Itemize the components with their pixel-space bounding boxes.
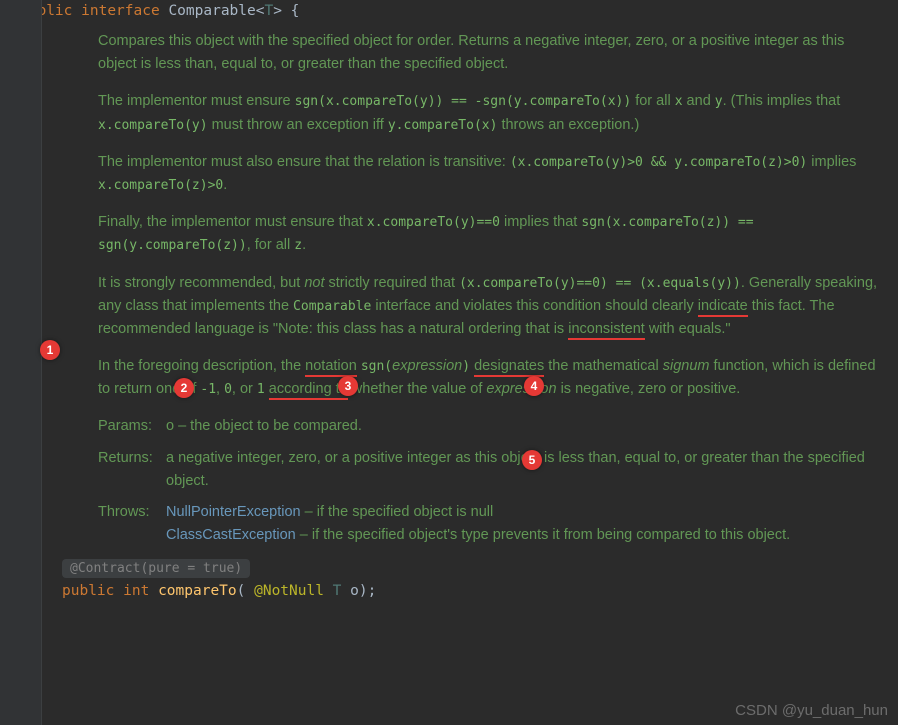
gutter (0, 0, 42, 725)
doc-para-transitive: The implementor must also ensure that th… (98, 151, 880, 197)
doc-para-recommended: It is strongly recommended, but not stri… (98, 272, 880, 342)
params-label: Params: (98, 415, 158, 438)
watermark: CSDN @yu_duan_hun (735, 702, 888, 719)
keyword-interface: interface (81, 3, 160, 19)
exc-npe: NullPointerException (166, 504, 301, 520)
method-declaration: public int compareTo( @NotNull T o); (62, 578, 898, 604)
annotation-marker-4[interactable]: 4 (524, 376, 544, 396)
annotation-marker-2[interactable]: 2 (174, 378, 194, 398)
type-name: Comparable (168, 3, 255, 19)
doc-para-foregoing: In the foregoing description, the notati… (98, 355, 880, 401)
interface-declaration: public interface Comparable<T> { (20, 0, 898, 22)
underline-notation: notation (305, 358, 357, 377)
params-text: o – the object to be compared. (166, 415, 362, 438)
code-content: public interface Comparable<T> { Compare… (14, 0, 898, 626)
underline-according-to: according to (269, 381, 348, 400)
params-row: Params: o – the object to be compared. (98, 415, 880, 438)
doc-summary: Compares this object with the specified … (98, 30, 880, 76)
annotation-marker-1[interactable]: 1 (40, 340, 60, 360)
notnull-annotation: @NotNull (254, 583, 324, 599)
underline-indicate: indicate (698, 298, 748, 317)
contract-annotation: @Contract(pure = true) (62, 559, 250, 578)
returns-row: Returns: a negative integer, zero, or a … (98, 447, 880, 493)
underline-designates: designates (474, 358, 544, 377)
generic-t: T (264, 3, 273, 19)
exc-cce: ClassCastException (166, 527, 296, 543)
annotation-marker-5[interactable]: 5 (522, 450, 542, 470)
throws-label: Throws: (98, 501, 158, 524)
underline-inconsistent: inconsistent (568, 321, 645, 340)
doc-para-sgn: The implementor must ensure sgn(x.compar… (98, 90, 880, 136)
closing-brace: } (20, 604, 898, 626)
javadoc-popup: Compares this object with the specified … (98, 30, 880, 547)
returns-label: Returns: (98, 447, 158, 493)
throws-row: Throws: NullPointerException – if the sp… (98, 501, 880, 547)
method-name: compareTo (158, 583, 237, 599)
doc-para-finally: Finally, the implementor must ensure tha… (98, 211, 880, 257)
annotation-marker-3[interactable]: 3 (338, 376, 358, 396)
